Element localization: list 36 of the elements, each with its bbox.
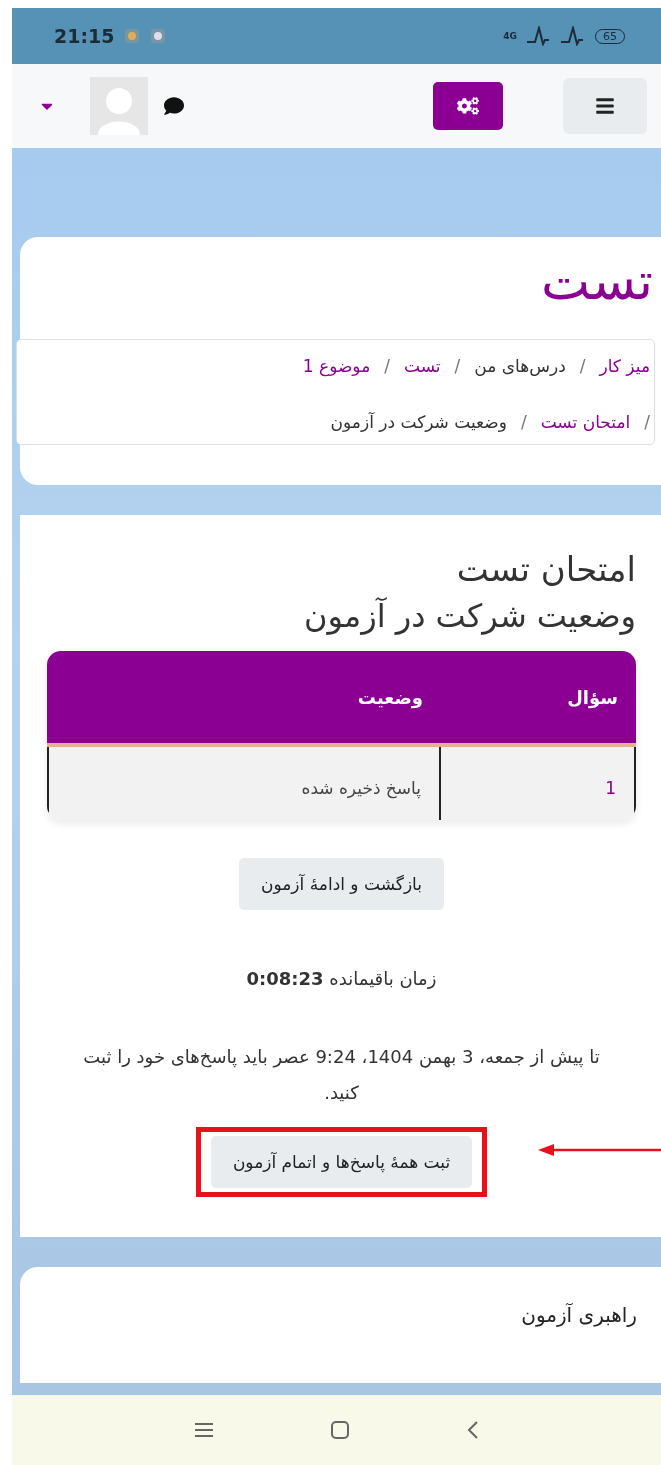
menu-icon <box>595 96 615 116</box>
breadcrumb-item: وضعیت شرکت در آزمون <box>330 412 507 432</box>
section-title: وضعیت شرکت در آزمون <box>303 597 636 635</box>
finish-button[interactable]: ثبت همهٔ پاسخ‌ها و اتمام آزمون <box>210 1136 473 1188</box>
chat-bubble-icon <box>164 96 184 116</box>
quiz-title: امتحان تست <box>455 549 636 589</box>
menu-button[interactable] <box>563 78 647 134</box>
deadline-text: تا پیش از جمعه، 3 بهمن 1404، 9:24 عصر باید پاسخ‌های خود را ثبت کنید. <box>82 1045 601 1105</box>
signal-icon <box>561 26 585 46</box>
return-button[interactable]: بازگشت و ادامهٔ آزمون <box>239 858 445 910</box>
status-cell-text: پاسخ ذخیره شده <box>300 777 422 801</box>
breadcrumb-link[interactable]: تست <box>404 356 441 376</box>
home-icon[interactable] <box>330 1421 349 1439</box>
menu-icon[interactable] <box>194 1423 213 1437</box>
signal-icon <box>527 26 551 46</box>
clock-time: 21:15 <box>54 25 115 47</box>
breadcrumb-separator: / <box>520 412 527 432</box>
question-number[interactable]: 1 <box>439 747 634 820</box>
breadcrumb-separator: / <box>384 356 390 376</box>
network-type: 4G <box>503 31 517 41</box>
back-icon[interactable] <box>466 1421 479 1439</box>
breadcrumb-separator: / <box>579 356 586 376</box>
page-title: تست <box>540 251 653 313</box>
breadcrumb-link[interactable]: امتحان تست <box>540 412 631 432</box>
breadcrumb-separator: / <box>454 356 461 376</box>
breadcrumb-link[interactable]: موضوع 1 <box>302 356 371 376</box>
settings-button[interactable] <box>433 82 503 130</box>
breadcrumb-item: درس‌های من <box>474 356 566 376</box>
column-header: وضعیت <box>356 686 424 708</box>
breadcrumb-link[interactable]: میز کار <box>599 356 650 376</box>
card-title: راهبری آزمون <box>520 1303 637 1327</box>
notification-icon <box>150 28 167 44</box>
column-header: سؤال <box>566 686 619 708</box>
breadcrumb-separator: / <box>644 412 650 432</box>
notification-icon <box>124 28 141 44</box>
gears-icon <box>457 95 479 117</box>
